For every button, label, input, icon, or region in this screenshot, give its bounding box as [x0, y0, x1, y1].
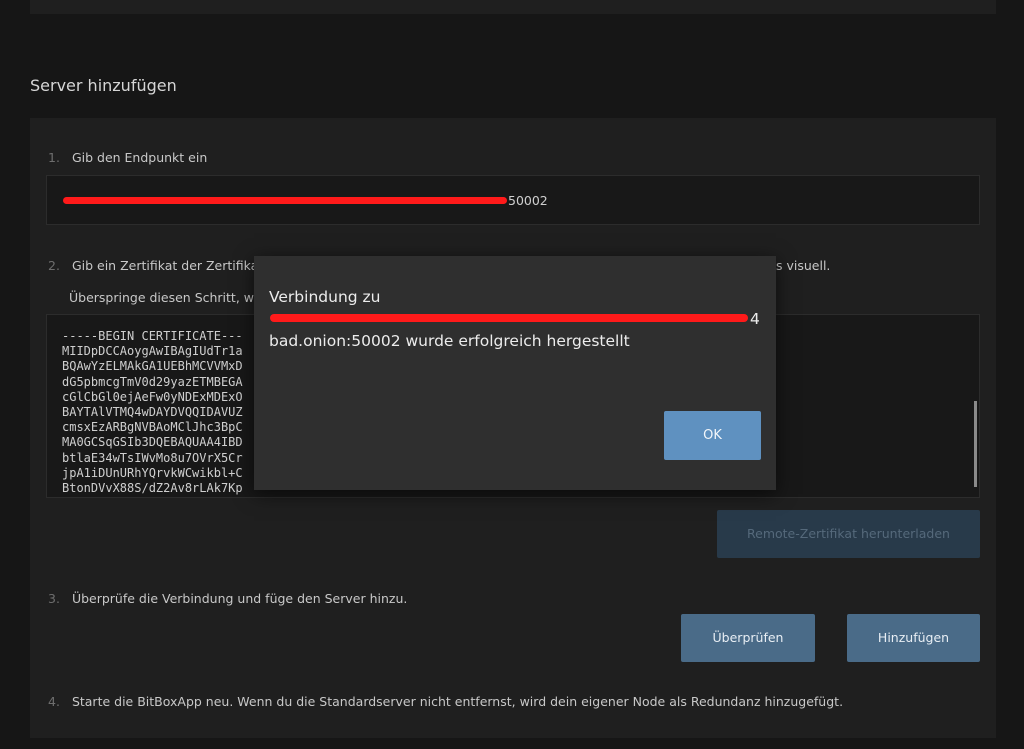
dialog-line-1: Verbindung zu [269, 288, 381, 306]
redaction-mark [270, 314, 748, 322]
dialog-line-2-suffix: 4 [750, 310, 760, 328]
page: Server hinzufügen 1. Gib den Endpunkt ein… [0, 0, 1024, 749]
dialog-message: Verbindung zu 4 bad.onion:50002 wurde er… [269, 286, 764, 352]
ok-button[interactable]: OK [664, 411, 761, 460]
dialog-line-3: bad.onion:50002 wurde erfolgreich herges… [269, 332, 630, 350]
dialog-line-2: 4 [269, 308, 764, 330]
connection-success-dialog: Verbindung zu 4 bad.onion:50002 wurde er… [254, 256, 776, 490]
